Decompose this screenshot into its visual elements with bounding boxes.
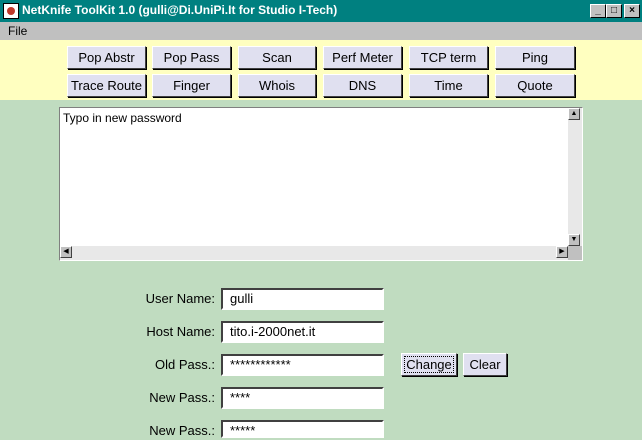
scroll-down-icon[interactable]: ▼ [568,234,580,246]
new-pass-field[interactable]: **** [221,387,384,409]
tcp-term-button[interactable]: TCP term [409,46,488,69]
trace-route-button[interactable]: Trace Route [67,74,146,97]
finger-button[interactable]: Finger [152,74,231,97]
scan-button[interactable]: Scan [238,46,316,69]
quote-button[interactable]: Quote [495,74,575,97]
app-icon [3,3,19,19]
output-text: Typo in new password [63,111,182,125]
horizontal-scrollbar[interactable]: ◀ ▶ [60,246,568,260]
scroll-left-icon[interactable]: ◀ [60,246,72,258]
maximize-button[interactable]: □ [606,4,622,18]
new-pass-label: New Pass.: [149,390,215,405]
host-name-field[interactable]: tito.i-2000net.it [221,321,384,343]
output-textarea[interactable]: Typo in new password ▲ ▼ ◀ ▶ [59,107,583,261]
title-bar[interactable]: NetKnife ToolKit 1.0 (gulli@Di.UniPi.It … [0,0,642,22]
old-pass-field[interactable]: ************ [221,354,384,376]
change-button[interactable]: Change [401,353,457,376]
close-button[interactable]: × [624,4,640,18]
scroll-right-icon[interactable]: ▶ [556,246,568,258]
new-pass-confirm-field[interactable]: ***** [221,420,384,438]
new-pass-confirm-label: New Pass.: [149,423,215,438]
toolbar: Pop Abstr Pop Pass Scan Perf Meter TCP t… [0,40,642,100]
whois-button[interactable]: Whois [238,74,316,97]
clear-button[interactable]: Clear [463,353,507,376]
dns-button[interactable]: DNS [323,74,402,97]
time-button[interactable]: Time [409,74,488,97]
user-name-label: User Name: [145,291,215,306]
scroll-up-icon[interactable]: ▲ [568,108,580,120]
old-pass-label: Old Pass.: [155,357,215,372]
minimize-button[interactable]: _ [590,4,606,18]
perf-meter-button[interactable]: Perf Meter [323,46,402,69]
scroll-corner [568,246,582,260]
menu-bar: File [0,22,642,40]
window-title: NetKnife ToolKit 1.0 (gulli@Di.UniPi.It … [22,3,338,17]
host-name-label: Host Name: [146,324,215,339]
menu-file[interactable]: File [8,24,27,38]
ping-button[interactable]: Ping [495,46,575,69]
pop-abstr-button[interactable]: Pop Abstr [67,46,146,69]
pop-pass-button[interactable]: Pop Pass [152,46,231,69]
vertical-scrollbar[interactable]: ▲ ▼ [568,108,582,246]
user-name-field[interactable]: gulli [221,288,384,310]
